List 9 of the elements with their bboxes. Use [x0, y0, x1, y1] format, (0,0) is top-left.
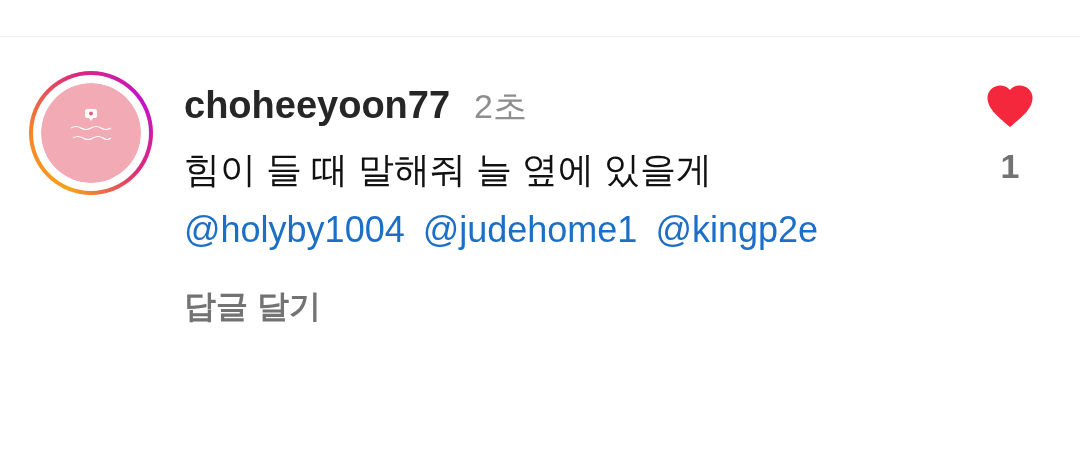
- reply-button[interactable]: 답글 달기: [184, 282, 321, 330]
- username[interactable]: choheeyoon77: [184, 81, 451, 129]
- mention-link[interactable]: @judehome1: [422, 200, 638, 260]
- comment-text: 힘이 들 때 말해줘 늘 옆에 있을게: [184, 148, 713, 192]
- mention-link[interactable]: @holyby1004: [184, 200, 405, 260]
- mention-link[interactable]: @kingp2e: [655, 200, 819, 260]
- heart-icon[interactable]: [987, 85, 1033, 127]
- like-count: 1: [1000, 146, 1020, 187]
- comment-time: 2초: [474, 86, 527, 127]
